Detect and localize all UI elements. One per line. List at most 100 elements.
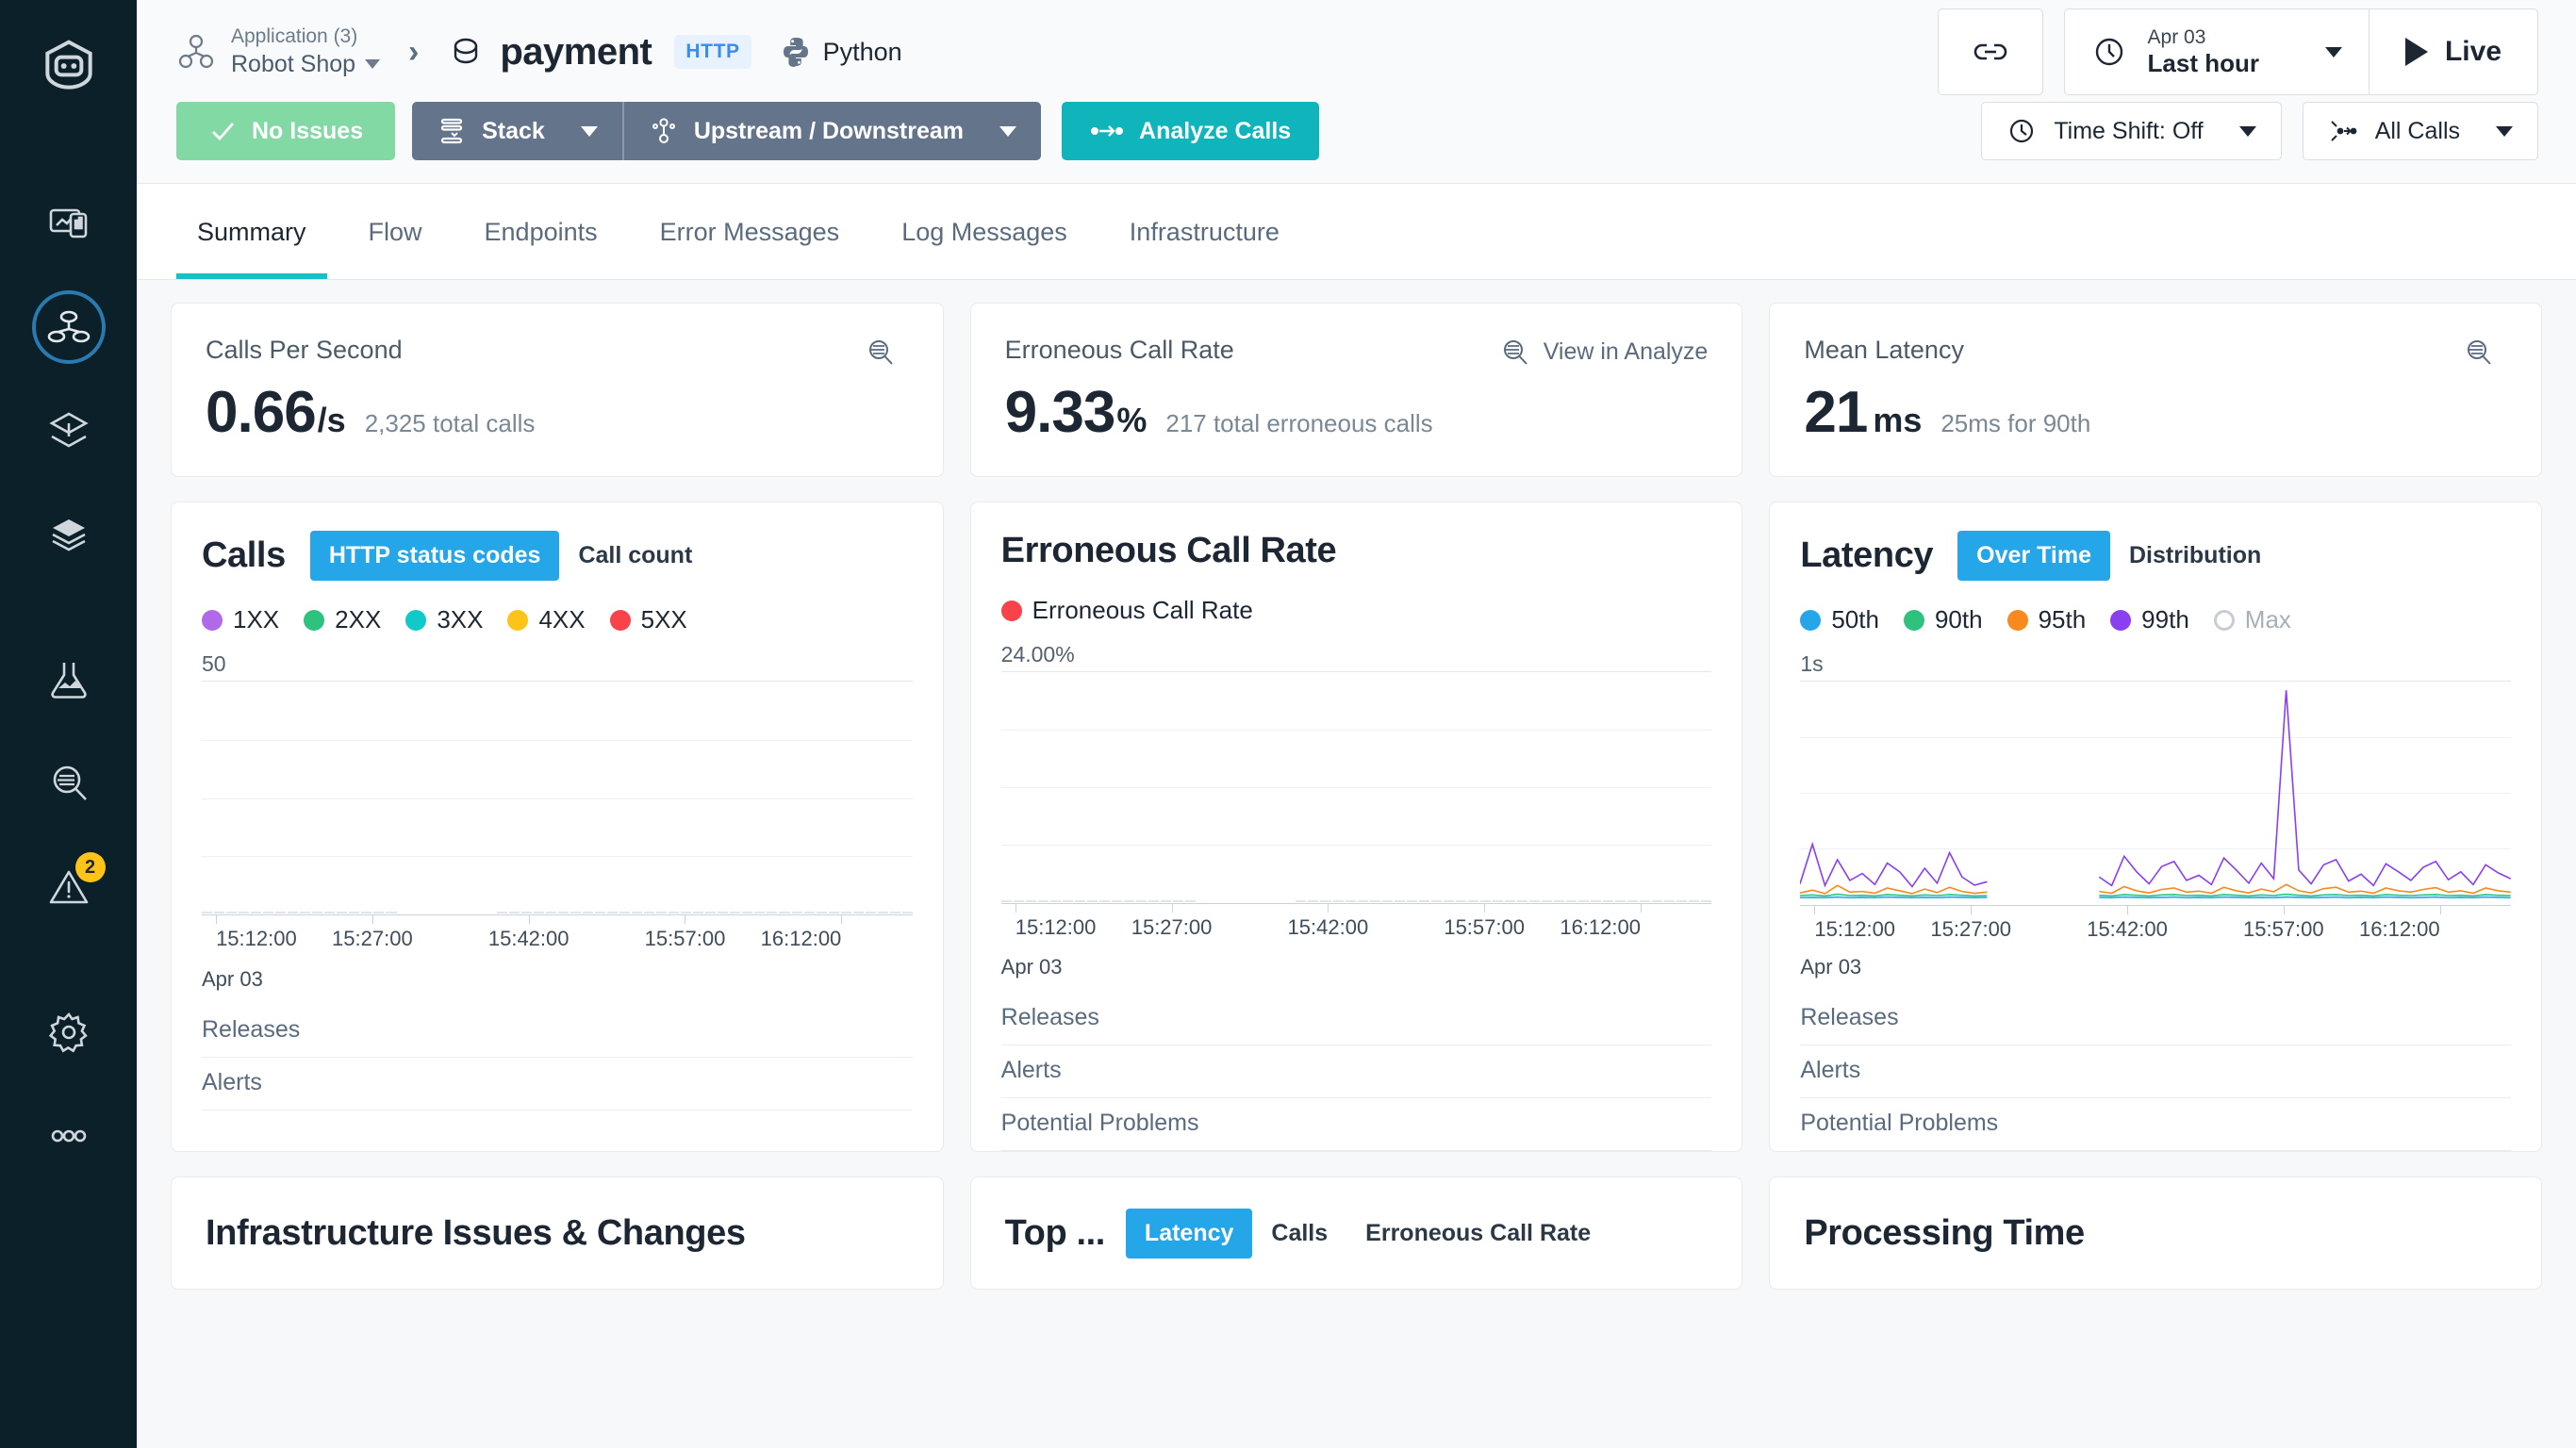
live-button[interactable]: Live [2369, 8, 2538, 95]
kpi-unit: ms [1873, 401, 1922, 440]
toggle-over-time[interactable]: Over Time [1957, 531, 2110, 581]
axis-tick-label: 16:12:00 [1560, 915, 1641, 940]
chevron-down-icon[interactable] [365, 59, 380, 69]
sidebar: 2 [0, 0, 137, 1448]
sidebar-item-events[interactable]: 2 [32, 850, 106, 924]
call-filter-dropdown[interactable]: All Calls [2303, 102, 2538, 160]
sidebar-item-settings[interactable] [32, 996, 106, 1069]
footer-row-alerts[interactable]: Alerts [202, 1058, 913, 1111]
erroneous-y-max: 24.00% [1001, 642, 1712, 667]
upstream-downstream-button[interactable]: Upstream / Downstream [624, 102, 1041, 160]
toggle-top-latency[interactable]: Latency [1126, 1209, 1252, 1259]
erroneous-plot[interactable] [1001, 671, 1712, 903]
no-issues-button[interactable]: No Issues [176, 102, 395, 160]
view-in-analyze-button[interactable] [2462, 336, 2507, 368]
footer-row-releases[interactable]: Releases [1001, 993, 1712, 1045]
sidebar-item-synthetics[interactable] [32, 643, 106, 716]
toggle-top-erroneous-call-rate[interactable]: Erroneous Call Rate [1346, 1209, 1610, 1259]
stack-button[interactable]: Stack [412, 102, 622, 160]
sidebar-item-analyze[interactable] [32, 747, 106, 820]
sidebar-item-infrastructure[interactable] [32, 498, 106, 571]
axis-tick [529, 915, 530, 924]
calls-plot[interactable] [202, 681, 913, 914]
axis-tick-label: 15:57:00 [1444, 915, 1525, 940]
legend-dot-icon [405, 610, 426, 631]
top-metrics-toggle: Latency Calls Erroneous Call Rate [1126, 1209, 1610, 1259]
legend-dot-icon [610, 610, 631, 631]
analyze-calls-button[interactable]: Analyze Calls [1062, 102, 1319, 160]
legend-item-4xx[interactable]: 4XX [507, 605, 585, 634]
legend-item-erroneous call rate[interactable]: Erroneous Call Rate [1001, 596, 1253, 625]
time-range-picker[interactable]: Apr 03 Last hour [2064, 8, 2369, 95]
footer-row-releases[interactable]: Releases [1800, 993, 2511, 1045]
time-shift-dropdown[interactable]: Time Shift: Off [1981, 102, 2281, 160]
stack-upstream-group: Stack Upstream / Downstream [412, 102, 1041, 160]
chevron-down-icon[interactable] [2496, 126, 2513, 137]
axis-tick [1172, 904, 1173, 913]
view-in-analyze-button[interactable]: View in Analyze [1498, 336, 1709, 368]
tab-endpoints[interactable]: Endpoints [464, 184, 619, 279]
toolbar-right-group: Time Shift: Off All Calls [1981, 102, 2538, 160]
kpi-row: Calls Per Second 0.66 /s 2,325 total [171, 303, 2542, 477]
kpi-subtext: 2,325 total calls [365, 409, 536, 438]
toggle-call-count[interactable]: Call count [559, 531, 711, 581]
share-link-button[interactable] [1938, 8, 2043, 95]
footer-row-potential-problems[interactable]: Potential Problems [1800, 1098, 2511, 1151]
application-icon [176, 32, 216, 72]
breadcrumb-separator-icon: › [408, 34, 419, 71]
sidebar-item-traces[interactable] [32, 394, 106, 468]
legend-item-95th[interactable]: 95th [2007, 605, 2087, 634]
kpi-card-calls-per-second: Calls Per Second 0.66 /s 2,325 total [171, 303, 944, 477]
legend-item-3xx[interactable]: 3XX [405, 605, 483, 634]
toggle-distribution[interactable]: Distribution [2110, 531, 2280, 581]
footer-row-releases[interactable]: Releases [202, 1005, 913, 1058]
axis-tick [841, 915, 842, 924]
sidebar-item-applications[interactable] [32, 290, 106, 364]
axis-tick [1814, 906, 1815, 914]
app-root: 2 [0, 0, 2576, 1448]
axis-tick-label: 15:12:00 [1814, 917, 1895, 942]
view-in-analyze-button[interactable] [864, 336, 909, 368]
chart-title: Erroneous Call Rate [1001, 531, 1337, 571]
clock-icon [2006, 116, 2037, 146]
chevron-down-icon[interactable] [581, 126, 598, 137]
breadcrumb-app-count: Application (3) [231, 25, 380, 49]
tab-flow[interactable]: Flow [348, 184, 443, 279]
chevron-down-icon[interactable] [2325, 47, 2342, 58]
legend-item-99th[interactable]: 99th [2110, 605, 2189, 634]
kpi-card-mean-latency: Mean Latency 21 ms 25ms for 90th [1769, 303, 2542, 477]
axis-tick [1971, 906, 1972, 914]
legend-item-1xx[interactable]: 1XX [202, 605, 279, 634]
legend-item-50th[interactable]: 50th [1800, 605, 1879, 634]
tab-infrastructure[interactable]: Infrastructure [1109, 184, 1300, 279]
tab-summary[interactable]: Summary [176, 184, 327, 279]
erroneous-x-axis: 15:12:0015:27:0015:42:0015:57:0016:12:00 [1001, 903, 1712, 961]
latency-plot[interactable] [1800, 681, 2511, 905]
toggle-http-status-codes[interactable]: HTTP status codes [310, 531, 560, 581]
legend-item-5xx[interactable]: 5XX [610, 605, 687, 634]
tab-log-messages[interactable]: Log Messages [881, 184, 1088, 279]
toggle-top-calls[interactable]: Calls [1252, 1209, 1346, 1259]
chevron-down-icon[interactable] [999, 126, 1016, 137]
sidebar-item-more[interactable] [32, 1099, 106, 1173]
robot-logo-icon[interactable] [39, 36, 99, 96]
legend-item-2xx[interactable]: 2XX [304, 605, 381, 634]
breadcrumb-application[interactable]: Application (3) Robot Shop [176, 25, 380, 79]
line-95th [1800, 884, 2511, 894]
axis-tick-label: 15:27:00 [1930, 917, 2011, 942]
footer-row-alerts[interactable]: Alerts [1800, 1045, 2511, 1098]
analyze-magnifier-icon [1498, 336, 1530, 368]
no-issues-label: No Issues [252, 118, 363, 145]
tab-error-messages[interactable]: Error Messages [639, 184, 861, 279]
legend-item-max[interactable]: Max [2214, 605, 2291, 634]
breadcrumb-app-name[interactable]: Robot Shop [231, 50, 380, 79]
service-icon [447, 33, 485, 71]
upstream-downstream-label: Upstream / Downstream [694, 118, 964, 145]
footer-row-alerts[interactable]: Alerts [1001, 1045, 1712, 1098]
sidebar-item-dashboards[interactable] [32, 187, 106, 260]
legend-item-90th[interactable]: 90th [1904, 605, 1983, 634]
axis-tick-label: 15:12:00 [216, 927, 297, 951]
chevron-down-icon[interactable] [2239, 126, 2256, 137]
footer-row-potential-problems[interactable]: Potential Problems [1001, 1098, 1712, 1151]
top-metrics-title: Top ... [1005, 1213, 1105, 1254]
